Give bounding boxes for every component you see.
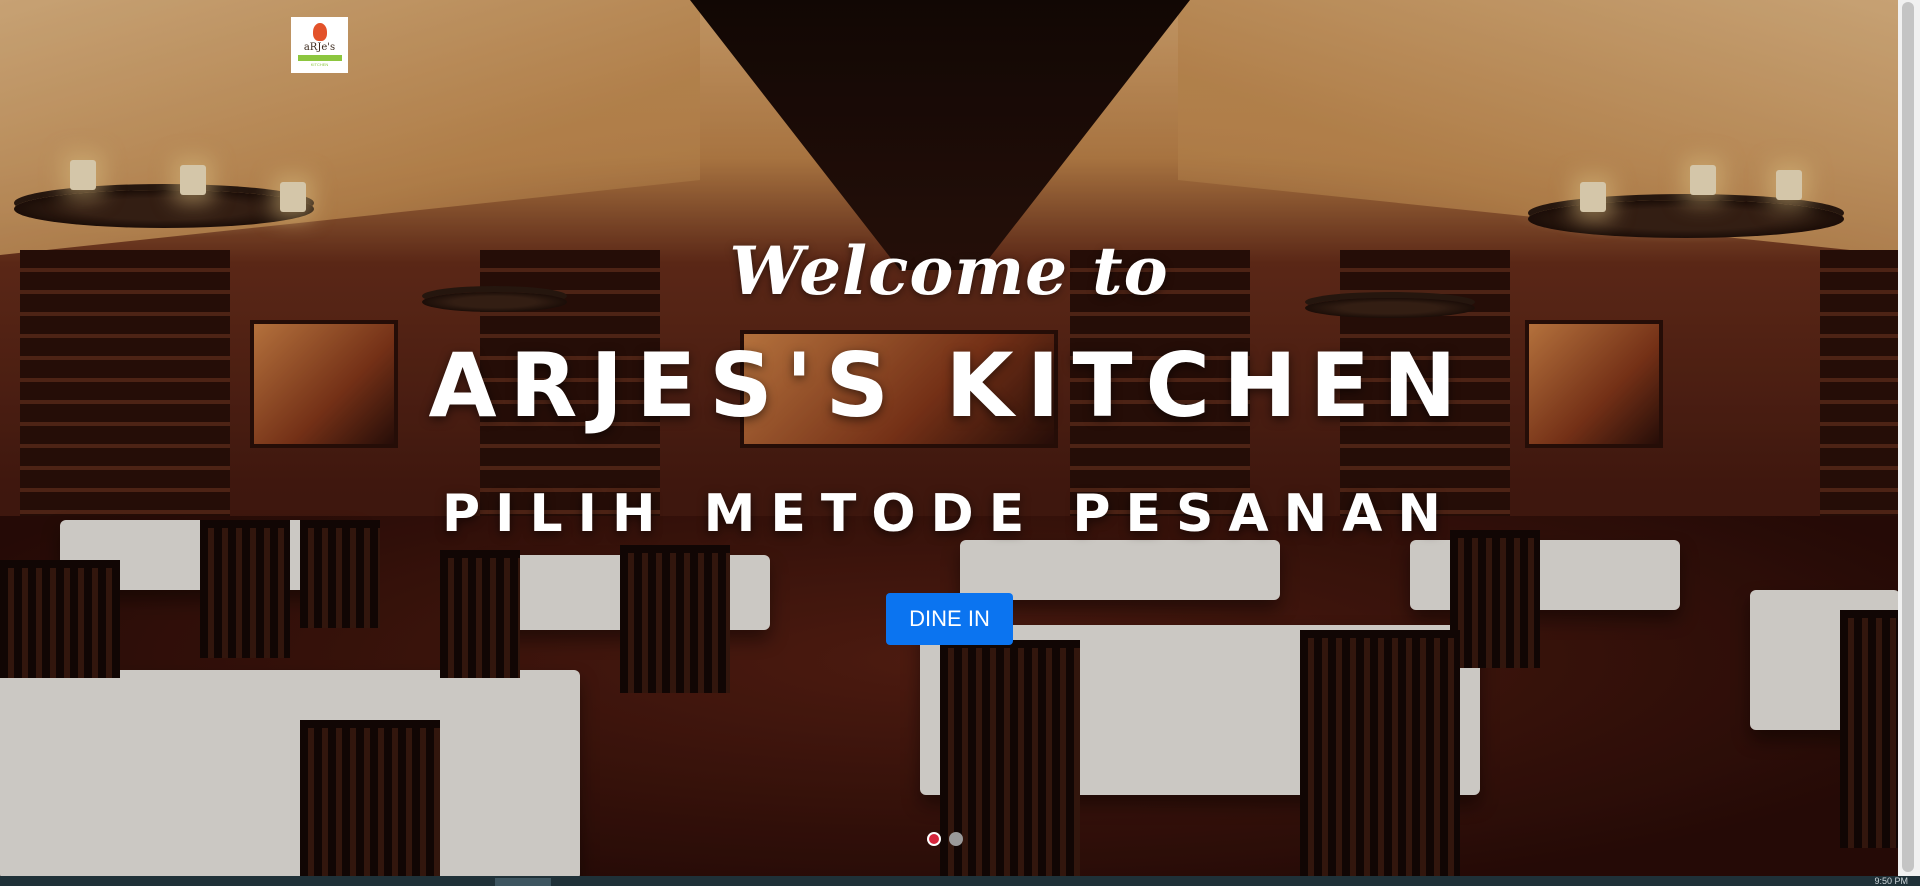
order-method-subtitle: PILIH METODE PESANAN xyxy=(442,484,1456,544)
hero-section: Welcome to ARJES'S KITCHEN PILIH METODE … xyxy=(0,0,1898,876)
vertical-scrollbar[interactable] xyxy=(1898,0,1920,876)
carousel-indicators xyxy=(927,832,963,846)
taskbar-item[interactable] xyxy=(495,878,551,886)
welcome-heading: Welcome to xyxy=(729,232,1169,310)
scrollbar-thumb[interactable] xyxy=(1902,2,1914,872)
carousel-dot-2[interactable] xyxy=(949,832,963,846)
taskbar: 9:50 PM xyxy=(0,876,1920,886)
taskbar-clock: 9:50 PM xyxy=(1874,876,1908,886)
carousel-dot-1[interactable] xyxy=(927,832,941,846)
dine-in-button[interactable]: DINE IN xyxy=(886,593,1013,645)
brand-title: ARJES'S KITCHEN xyxy=(428,334,1470,437)
